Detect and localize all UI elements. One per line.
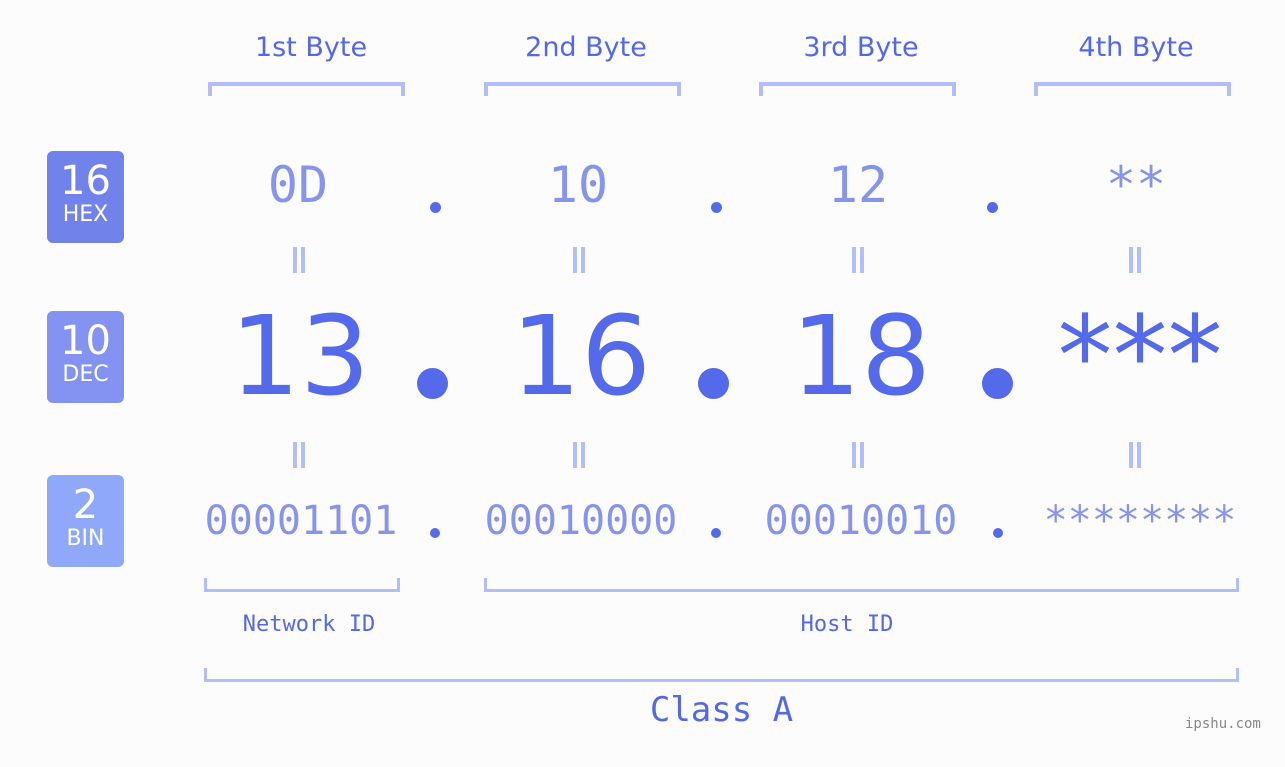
class-bracket [204,668,1239,682]
dec-badge: 10 DEC [47,311,124,403]
host-id-bracket [484,578,1239,592]
hex-badge-number: 16 [60,158,111,204]
bin-separator-dot [711,528,721,538]
byte-header-3: 3rd Byte [803,32,919,63]
hex-byte-3: 12 [827,156,889,214]
byte-header-1: 1st Byte [254,32,368,63]
bin-byte-1: 00001101 [204,498,398,544]
hex-badge-label: HEX [62,202,109,227]
network-id-bracket [204,578,400,592]
network-id-label: Network ID [242,612,376,637]
byte-bracket-3 [759,82,956,96]
equals-marker [571,442,587,468]
host-id-label: Host ID [800,612,894,637]
hex-badge: 16 HEX [47,151,124,243]
dec-separator-dot [698,368,729,399]
hex-separator-dot [987,202,998,213]
byte-bracket-4 [1034,82,1231,96]
hex-byte-1: 0D [267,156,329,214]
equals-marker [1127,247,1143,273]
bin-badge-number: 2 [72,482,99,528]
dec-byte-4: *** [1057,292,1223,420]
dec-badge-label: DEC [62,362,109,387]
dec-byte-3: 18 [791,292,931,420]
equals-marker [291,442,307,468]
bin-byte-4: ******** [1043,498,1237,544]
dec-separator-dot [982,368,1013,399]
bin-separator-dot [430,528,440,538]
equals-marker [850,442,866,468]
hex-byte-4: ** [1105,156,1167,214]
equals-marker [1127,442,1143,468]
equals-marker [571,247,587,273]
dec-byte-2: 16 [511,292,651,420]
dec-byte-1: 13 [230,292,370,420]
dec-badge-number: 10 [60,318,111,364]
bin-separator-dot [993,528,1003,538]
bin-byte-2: 00010000 [484,498,678,544]
byte-bracket-2 [484,82,681,96]
hex-separator-dot [430,202,441,213]
byte-header-4: 4th Byte [1078,32,1194,63]
byte-header-2: 2nd Byte [525,32,647,63]
bin-badge: 2 BIN [47,475,124,567]
dec-separator-dot [417,368,448,399]
hex-separator-dot [711,202,722,213]
bin-byte-3: 00010010 [764,498,958,544]
class-label: Class A [649,690,794,730]
hex-byte-2: 10 [547,156,609,214]
watermark: ipshu.com [1185,716,1261,732]
bin-badge-label: BIN [66,526,105,551]
equals-marker [291,247,307,273]
byte-bracket-1 [208,82,405,96]
equals-marker [850,247,866,273]
